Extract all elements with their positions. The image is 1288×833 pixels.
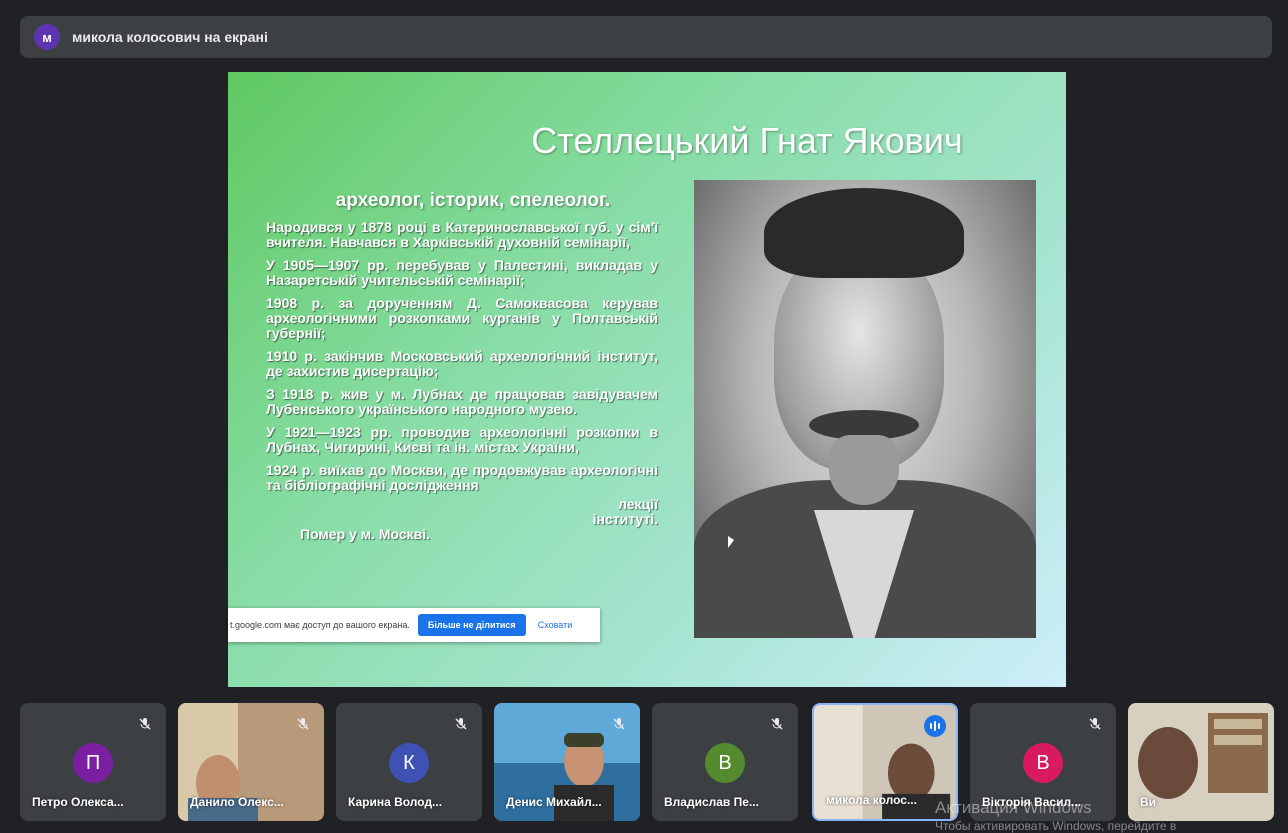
slide-title: Стеллецький Гнат Якович xyxy=(531,120,963,161)
bio-last: Помер у м. Москві. xyxy=(300,526,431,542)
participant-name: Владислав Пе... xyxy=(664,795,759,809)
bio-tail2: інституті. xyxy=(592,511,658,527)
participant-tile[interactable]: Денис Михайл... xyxy=(494,703,640,821)
mic-off-icon xyxy=(455,718,467,730)
bio-item: З 1918 р. жив у м. Лубнах де працював за… xyxy=(266,386,658,417)
portrait-hair xyxy=(764,188,964,278)
participant-tile-self[interactable]: Ви xyxy=(1128,703,1274,821)
presenter-bar: м микола колосович на екрані xyxy=(20,16,1272,58)
portrait-beard xyxy=(829,435,899,505)
participant-name: Ви xyxy=(1140,795,1157,809)
bio-item: У 1905—1907 рр. перебував у Палестині, в… xyxy=(266,257,658,288)
participant-avatar: В xyxy=(1023,743,1063,783)
bio-item: 1924 р. виїхав до Москви, де продовжував… xyxy=(266,463,658,542)
bio-item: У 1921—1923 рр. проводив археологічні ро… xyxy=(266,424,658,455)
participant-avatar: К xyxy=(389,743,429,783)
participant-tile[interactable]: К Карина Волод... xyxy=(336,703,482,821)
shared-slide: Стеллецький Гнат Якович археолог, істори… xyxy=(228,72,1066,687)
participant-name: микола колос... xyxy=(826,793,917,807)
mic-off-icon xyxy=(1089,718,1101,730)
participant-strip: П Петро Олекса... Данило Олекс... К Кари… xyxy=(20,703,1288,823)
mouse-cursor-icon xyxy=(728,536,734,548)
hide-notice-button[interactable]: Сховати xyxy=(538,620,573,630)
mic-off-icon xyxy=(771,718,783,730)
participant-tile[interactable]: П Петро Олекса... xyxy=(20,703,166,821)
mic-off-icon xyxy=(297,718,309,730)
participant-tile[interactable]: Данило Олекс... xyxy=(178,703,324,821)
share-notice-text: t.google.com має доступ до вашого екрана… xyxy=(230,620,410,630)
bio-item: 1910 р. закінчив Московський археологічн… xyxy=(266,348,658,379)
bio-item-text: 1924 р. виїхав до Москви, де продовжував… xyxy=(266,462,658,493)
mic-off-icon xyxy=(139,718,151,730)
bio-list: Народився у 1878 році в Катеринославсько… xyxy=(266,220,658,550)
windows-activation-watermark: Активация Windows xyxy=(935,798,1092,817)
participant-name: Данило Олекс... xyxy=(190,795,284,809)
slide-subtitle: археолог, історик, спелеолог. xyxy=(335,190,611,211)
mic-off-icon xyxy=(613,718,625,730)
participant-name: Петро Олекса... xyxy=(32,795,124,809)
portrait-photo xyxy=(694,180,1036,638)
speaking-indicator-icon xyxy=(924,715,946,737)
bio-item: Народився у 1878 році в Катеринославсько… xyxy=(266,219,658,250)
bio-tail: лекції xyxy=(618,496,658,512)
participant-tile[interactable]: В Владислав Пе... xyxy=(652,703,798,821)
screen-share-notice: t.google.com має доступ до вашого екрана… xyxy=(228,608,600,642)
bio-item: 1908 р. за дорученням Д. Самоквасова кер… xyxy=(266,295,658,341)
participant-name: Денис Михайл... xyxy=(506,795,602,809)
presenter-text: микола колосович на екрані xyxy=(72,29,268,45)
stop-sharing-button[interactable]: Більше не ділитися xyxy=(417,614,526,636)
presenter-avatar: м xyxy=(34,24,60,50)
participant-name: Карина Волод... xyxy=(348,795,443,809)
participant-avatar: П xyxy=(73,743,113,783)
participant-avatar: В xyxy=(705,743,745,783)
